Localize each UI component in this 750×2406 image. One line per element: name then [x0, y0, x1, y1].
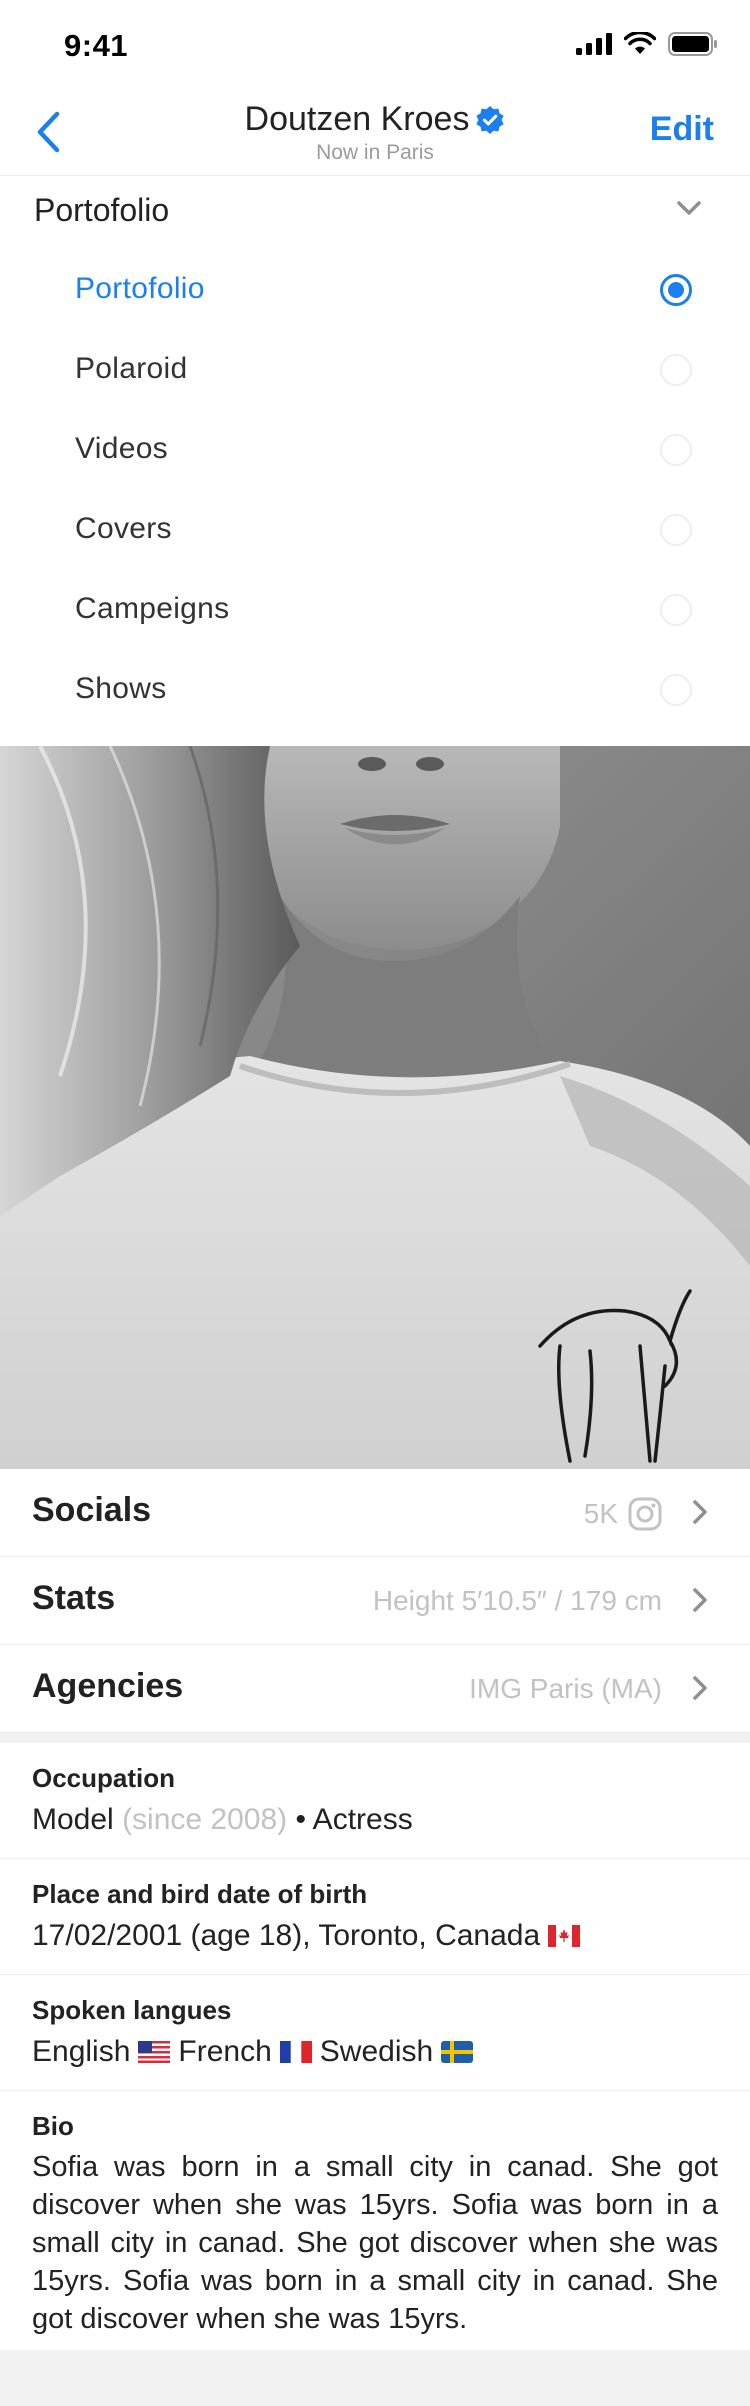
- option-label: Campeigns: [75, 592, 230, 625]
- chevron-right-icon: [693, 1588, 707, 1612]
- se-flag-icon: [441, 2041, 474, 2063]
- radio-unselected[interactable]: [660, 354, 692, 386]
- option-label: Videos: [75, 432, 168, 465]
- bio-text: Sofia was born in a small city in canad.…: [32, 2151, 718, 2335]
- option-campeigns[interactable]: Campeigns: [0, 570, 750, 650]
- category-option-list: Portofolio Polaroid Videos Covers Campei…: [0, 250, 750, 730]
- model-photo-image: [0, 746, 750, 1469]
- verified-badge-icon: [476, 105, 505, 134]
- dropdown-title: Portofolio: [34, 192, 170, 228]
- radio-unselected[interactable]: [660, 594, 692, 626]
- canada-flag-icon: [548, 1925, 581, 1947]
- languages-value: English French Swedish: [32, 2032, 718, 2072]
- occupation-secondary: • Actress: [295, 1803, 413, 1836]
- status-time: 9:41: [64, 28, 129, 63]
- nav-title: Doutzen Kroes: [244, 100, 470, 138]
- option-label: Polaroid: [75, 352, 188, 385]
- agencies-label: Agencies: [32, 1667, 184, 1705]
- section-divider: [0, 1733, 750, 1743]
- option-videos[interactable]: Videos: [0, 410, 750, 490]
- stats-value: Height 5′10.5″ / 179 cm: [372, 1585, 662, 1616]
- occupation-label: Occupation: [32, 1763, 176, 1793]
- bottom-band: [0, 2350, 750, 2406]
- option-portofolio[interactable]: Portofolio: [0, 250, 750, 330]
- radio-unselected[interactable]: [660, 514, 692, 546]
- birth-value-row: 17/02/2001 (age 18), Toronto, Canada: [32, 1916, 718, 1956]
- language-swedish: Swedish: [319, 2035, 434, 2068]
- bio-block: Bio Sofia was born in a small city in ca…: [0, 2091, 750, 2356]
- battery-icon: [668, 32, 717, 56]
- languages-block: Spoken langues English French Swedish: [0, 1975, 750, 2091]
- us-flag-icon: [138, 2041, 171, 2063]
- agencies-row[interactable]: Agencies IMG Paris (MA): [0, 1645, 750, 1733]
- instagram-icon: [628, 1497, 662, 1531]
- language-english: English: [32, 2035, 131, 2068]
- bio-label: Bio: [32, 2111, 74, 2141]
- birth-block: Place and bird date of birth 17/02/2001 …: [0, 1859, 750, 1975]
- chevron-down-icon: [677, 201, 701, 215]
- stats-row[interactable]: Stats Height 5′10.5″ / 179 cm: [0, 1557, 750, 1645]
- fr-flag-icon: [279, 2041, 312, 2063]
- wifi-icon: [624, 32, 656, 54]
- option-covers[interactable]: Covers: [0, 490, 750, 570]
- agencies-value: IMG Paris (MA): [469, 1673, 662, 1704]
- option-polaroid[interactable]: Polaroid: [0, 330, 750, 410]
- radio-unselected[interactable]: [660, 674, 692, 706]
- occupation-value: Model (since 2008) • Actress: [32, 1800, 718, 1840]
- languages-label: Spoken langues: [32, 1995, 232, 2025]
- radio-unselected[interactable]: [660, 434, 692, 466]
- socials-row[interactable]: Socials 5K: [0, 1469, 750, 1557]
- option-label: Shows: [75, 672, 167, 705]
- profile-link-rows: Socials 5K Stats Height 5′10.5″ / 179 cm…: [0, 1469, 750, 1733]
- nav-title-group: Doutzen Kroes Now in Paris: [0, 100, 750, 165]
- option-label: Covers: [75, 512, 172, 545]
- option-shows[interactable]: Shows: [0, 650, 750, 730]
- birth-value: 17/02/2001 (age 18), Toronto, Canada: [32, 1919, 541, 1952]
- cellular-signal-icon: [576, 33, 612, 55]
- stats-label: Stats: [32, 1579, 116, 1617]
- chevron-right-icon: [693, 1676, 707, 1700]
- nav-bar: Doutzen Kroes Now in Paris Edit: [0, 88, 750, 176]
- profile-info: Occupation Model (since 2008) • Actress …: [0, 1743, 750, 2356]
- category-dropdown[interactable]: Portofolio: [0, 178, 750, 246]
- radio-selected[interactable]: [660, 274, 692, 306]
- socials-value: 5K: [584, 1497, 662, 1531]
- birth-label: Place and bird date of birth: [32, 1879, 368, 1909]
- language-french: French: [178, 2035, 272, 2068]
- chevron-right-icon: [693, 1500, 707, 1524]
- occupation-primary: Model: [32, 1803, 114, 1836]
- socials-label: Socials: [32, 1491, 152, 1529]
- option-label: Portofolio: [75, 272, 205, 305]
- occupation-since: (since 2008): [122, 1803, 288, 1836]
- status-icons: [576, 32, 718, 56]
- status-bar: 9:41: [0, 0, 750, 88]
- portfolio-photo[interactable]: [0, 746, 750, 1469]
- occupation-block: Occupation Model (since 2008) • Actress: [0, 1743, 750, 1859]
- socials-count: 5K: [583, 1498, 618, 1529]
- edit-button[interactable]: Edit: [650, 110, 714, 149]
- nav-subtitle: Now in Paris: [316, 141, 434, 164]
